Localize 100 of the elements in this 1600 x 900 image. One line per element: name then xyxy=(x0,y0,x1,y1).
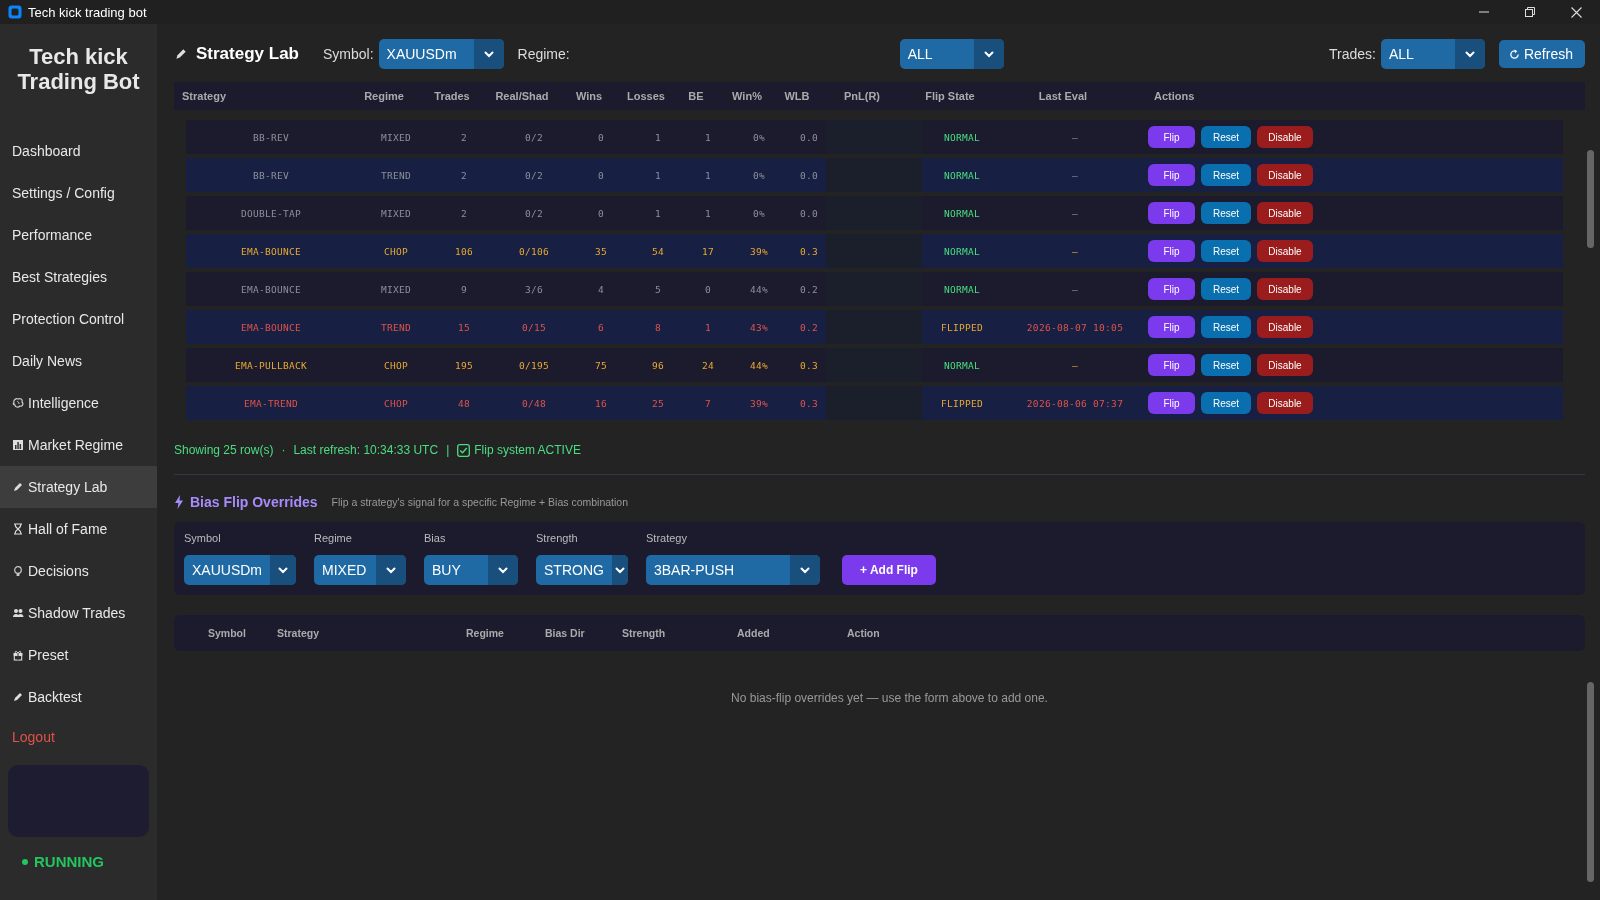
close-icon[interactable] xyxy=(1571,6,1582,18)
empty-message: No bias-flip overrides yet — use the form above to add one. xyxy=(730,691,1049,705)
gift-icon xyxy=(12,649,24,661)
disable-button[interactable]: Disable xyxy=(1257,316,1313,338)
flip-status: Flip system ACTIVE xyxy=(474,443,581,457)
disable-button[interactable]: Disable xyxy=(1257,202,1313,224)
column-header: Regime xyxy=(363,90,405,102)
table-cell-text: 0/2 xyxy=(523,131,545,143)
flip-button[interactable]: Flip xyxy=(1148,240,1195,262)
table-cell-text: 43% xyxy=(748,321,770,333)
nav-item[interactable]: Shadow Trades xyxy=(0,592,157,634)
restore-icon[interactable] xyxy=(1525,6,1535,17)
reset-button[interactable]: Reset xyxy=(1201,278,1251,300)
pencil-icon xyxy=(12,481,24,493)
table-cell-text: EMA-BOUNCE xyxy=(239,283,303,295)
refresh-icon xyxy=(1508,48,1520,60)
table-cell-text: 1 xyxy=(704,169,712,181)
disable-button[interactable]: Disable xyxy=(1257,392,1313,414)
nav-item[interactable]: Intelligence xyxy=(0,382,157,424)
table-cell-text: 195 xyxy=(453,359,475,371)
table-cell-text: 1 xyxy=(704,131,712,143)
column-header: Actions xyxy=(1153,90,1196,102)
scrollbar-thumb[interactable] xyxy=(1587,682,1594,882)
table-cell-text: 2026-08-06 07:37 xyxy=(1025,397,1125,409)
disable-button[interactable]: Disable xyxy=(1257,354,1313,376)
flip-button[interactable]: Flip xyxy=(1148,202,1195,224)
disable-button[interactable]: Disable xyxy=(1257,164,1313,186)
flip-button[interactable]: Flip xyxy=(1148,126,1195,148)
column-header: BE xyxy=(687,90,705,102)
table-cell-text: 2026-08-07 10:05 xyxy=(1025,321,1125,333)
filter-label: Regime: xyxy=(517,46,570,62)
dropdown[interactable]: ALL xyxy=(1380,39,1485,69)
table-cell-text: CHOP xyxy=(382,245,410,257)
nav-item[interactable]: Strategy Lab xyxy=(0,466,157,508)
column-header: Last Eval xyxy=(1037,90,1089,102)
reset-button[interactable]: Reset xyxy=(1201,164,1251,186)
table-cell-text: 1 xyxy=(704,207,712,219)
table-cell-text: 0/106 xyxy=(517,245,551,257)
nav-item[interactable]: Daily News xyxy=(0,340,157,382)
nav-item[interactable]: Best Strategies xyxy=(0,256,157,298)
flip-button[interactable]: Flip xyxy=(1148,278,1195,300)
refresh-button[interactable]: Refresh xyxy=(1498,40,1585,68)
dropdown[interactable]: MIXED xyxy=(314,555,406,585)
dropdown[interactable]: XAUUSDm xyxy=(378,39,504,69)
lightning-icon xyxy=(174,495,184,509)
table-cell-text: 0.2 xyxy=(799,321,820,333)
flip-button[interactable]: Flip xyxy=(1148,392,1195,414)
nav-item[interactable]: Performance xyxy=(0,214,157,256)
nav-item[interactable]: Protection Control xyxy=(0,298,157,340)
field-label: Bias xyxy=(424,532,447,544)
table-cell-text: MIXED xyxy=(379,283,413,295)
chevron-icon xyxy=(614,566,625,574)
table-cell-text: 3/6 xyxy=(523,283,545,295)
flip-button[interactable]: Flip xyxy=(1148,164,1195,186)
app-title: Tech kick Trading Bot xyxy=(16,44,141,94)
table-cell-text: 0.2 xyxy=(799,283,820,295)
dropdown[interactable]: XAUUSDm xyxy=(184,555,296,585)
disable-button[interactable]: Disable xyxy=(1257,126,1313,148)
reset-button[interactable]: Reset xyxy=(1201,392,1251,414)
nav-item[interactable]: Backtest xyxy=(0,676,157,718)
table-cell-text: 35 xyxy=(593,245,608,257)
disable-button[interactable]: Disable xyxy=(1257,240,1313,262)
column-header: Regime xyxy=(466,627,504,639)
reset-button[interactable]: Reset xyxy=(1201,354,1251,376)
column-header: PnL(R) xyxy=(842,90,881,102)
disable-button[interactable]: Disable xyxy=(1257,278,1313,300)
reset-button[interactable]: Reset xyxy=(1201,126,1251,148)
logout-link[interactable]: Logout xyxy=(12,729,55,745)
dropdown[interactable]: ALL xyxy=(899,39,1004,69)
nav-item[interactable]: Dashboard xyxy=(0,130,157,172)
add-flip-button[interactable]: + Add Flip xyxy=(842,555,936,585)
nav-item[interactable]: Market Regime xyxy=(0,424,157,466)
nav-item[interactable]: Settings / Config xyxy=(0,172,157,214)
column-header: Symbol xyxy=(208,627,246,639)
flip-state: FLIPPED xyxy=(939,397,985,409)
table-cell-text: DOUBLE-TAP xyxy=(239,207,303,219)
separator: | xyxy=(446,443,450,457)
table-cell-text: EMA-BOUNCE xyxy=(239,245,303,257)
reset-button[interactable]: Reset xyxy=(1201,202,1251,224)
flip-button[interactable]: Flip xyxy=(1148,354,1195,376)
dropdown[interactable]: 3BAR-PUSH xyxy=(646,555,820,585)
table-cell-text: 96 xyxy=(650,359,665,371)
table-cell-text: 0 xyxy=(704,283,712,295)
table-cell-text: 0% xyxy=(751,169,766,181)
column-header: Added xyxy=(737,627,770,639)
nav-item[interactable]: Hall of Fame xyxy=(0,508,157,550)
flip-button[interactable]: Flip xyxy=(1148,316,1195,338)
table-cell-text: 7 xyxy=(704,397,712,409)
filter-label: Trades: xyxy=(1329,46,1376,62)
reset-button[interactable]: Reset xyxy=(1201,240,1251,262)
dropdown[interactable]: BUY xyxy=(424,555,518,585)
column-header: Trades xyxy=(433,90,471,102)
table-cell-text: 1 xyxy=(654,131,662,143)
reset-button[interactable]: Reset xyxy=(1201,316,1251,338)
dropdown[interactable]: STRONG xyxy=(536,555,628,585)
scrollbar-thumb[interactable] xyxy=(1587,150,1594,248)
nav-item[interactable]: Decisions xyxy=(0,550,157,592)
column-header: Win% xyxy=(731,90,763,102)
flip-state: FLIPPED xyxy=(939,321,985,333)
nav-item[interactable]: Preset xyxy=(0,634,157,676)
